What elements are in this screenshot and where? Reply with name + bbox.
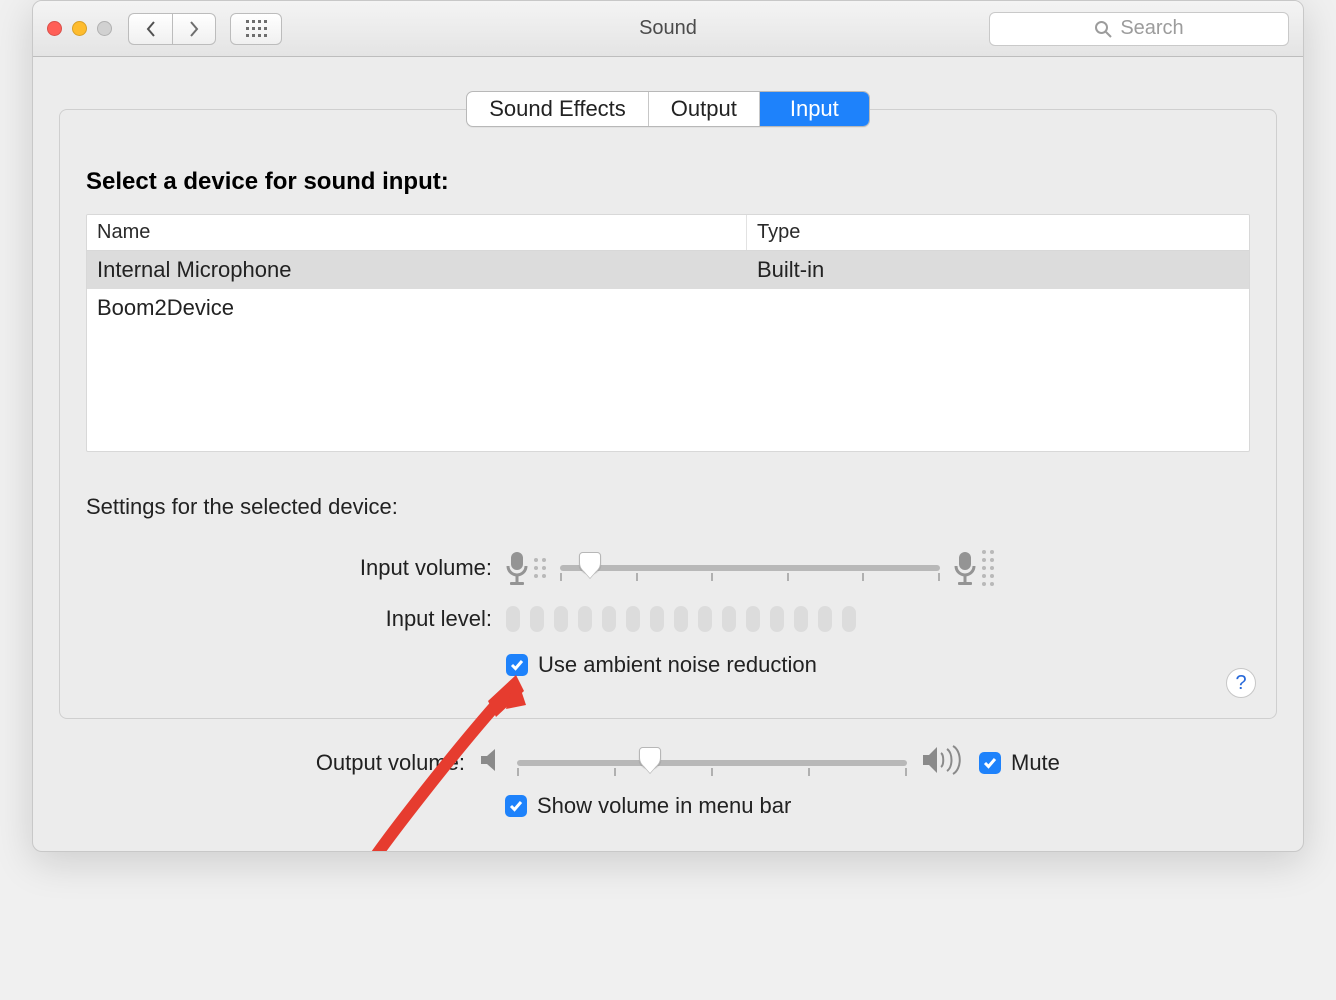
output-volume-slider[interactable] — [517, 745, 907, 781]
mute-label: Mute — [1011, 750, 1060, 776]
mic-low-icon — [506, 550, 546, 586]
input-level-label: Input level: — [86, 606, 506, 632]
input-volume-control — [506, 550, 1250, 586]
help-button[interactable]: ? — [1226, 668, 1256, 698]
sound-tabs: Sound Effects Output Input — [466, 91, 870, 127]
tab-output[interactable]: Output — [649, 92, 760, 126]
output-volume-row: Output volume: — [59, 741, 1277, 789]
device-name: Boom2Device — [87, 289, 747, 327]
window-titlebar: Sound Search — [33, 1, 1303, 57]
checkbox-checked-icon — [506, 654, 528, 676]
input-level-meter — [506, 606, 856, 632]
sound-preferences-window: Sound Search Sound Effects Output Input … — [32, 0, 1304, 852]
speaker-high-icon — [921, 745, 965, 781]
input-level-row: Input level: — [86, 600, 1250, 646]
checkbox-checked-icon — [979, 752, 1001, 774]
output-volume-label: Output volume: — [59, 750, 479, 776]
mute-checkbox[interactable]: Mute — [979, 750, 1060, 776]
output-volume-section: Output volume: — [59, 741, 1277, 827]
col-name-header[interactable]: Name — [87, 215, 747, 250]
input-device-table: Name Type Internal Microphone Built-in B… — [86, 214, 1250, 452]
device-type — [747, 289, 1249, 327]
search-field[interactable]: Search — [989, 12, 1289, 46]
back-button[interactable] — [128, 13, 172, 45]
forward-button[interactable] — [172, 13, 216, 45]
device-type: Built-in — [747, 251, 1249, 289]
close-window-button[interactable] — [47, 21, 62, 36]
search-icon — [1094, 20, 1112, 38]
show-volume-menubar-label: Show volume in menu bar — [537, 793, 791, 819]
select-device-heading: Select a device for sound input: — [86, 168, 1250, 196]
nav-segment — [128, 13, 216, 45]
ambient-noise-row: Use ambient noise reduction — [86, 646, 1250, 692]
minimize-window-button[interactable] — [72, 21, 87, 36]
chevron-right-icon — [187, 20, 201, 38]
col-type-header[interactable]: Type — [747, 215, 1249, 250]
zoom-window-button[interactable] — [97, 21, 112, 36]
ambient-noise-label: Use ambient noise reduction — [538, 652, 817, 678]
checkbox-checked-icon — [505, 795, 527, 817]
ambient-noise-checkbox[interactable]: Use ambient noise reduction — [506, 652, 817, 678]
table-header: Name Type — [87, 215, 1249, 251]
show-volume-menubar-row: Show volume in menu bar — [59, 789, 1277, 827]
window-controls — [47, 21, 112, 36]
input-volume-label: Input volume: — [86, 555, 506, 581]
device-row[interactable]: Internal Microphone Built-in — [87, 251, 1249, 289]
tab-sound-effects[interactable]: Sound Effects — [467, 92, 649, 126]
input-volume-slider[interactable] — [560, 550, 940, 586]
show-volume-menubar-checkbox[interactable]: Show volume in menu bar — [505, 793, 791, 819]
input-panel: Select a device for sound input: Name Ty… — [59, 109, 1277, 719]
grid-apps-button[interactable] — [230, 13, 282, 45]
chevron-left-icon — [144, 20, 158, 38]
preferences-body: Sound Effects Output Input Select a devi… — [33, 57, 1303, 851]
device-name: Internal Microphone — [87, 251, 747, 289]
search-placeholder: Search — [1120, 17, 1183, 40]
speaker-low-icon — [479, 747, 503, 779]
device-row[interactable]: Boom2Device — [87, 289, 1249, 327]
settings-heading: Settings for the selected device: — [86, 494, 1250, 520]
tab-input[interactable]: Input — [760, 92, 869, 126]
input-volume-row: Input volume: — [86, 544, 1250, 600]
grid-icon — [245, 19, 267, 39]
mic-high-icon — [954, 550, 994, 586]
